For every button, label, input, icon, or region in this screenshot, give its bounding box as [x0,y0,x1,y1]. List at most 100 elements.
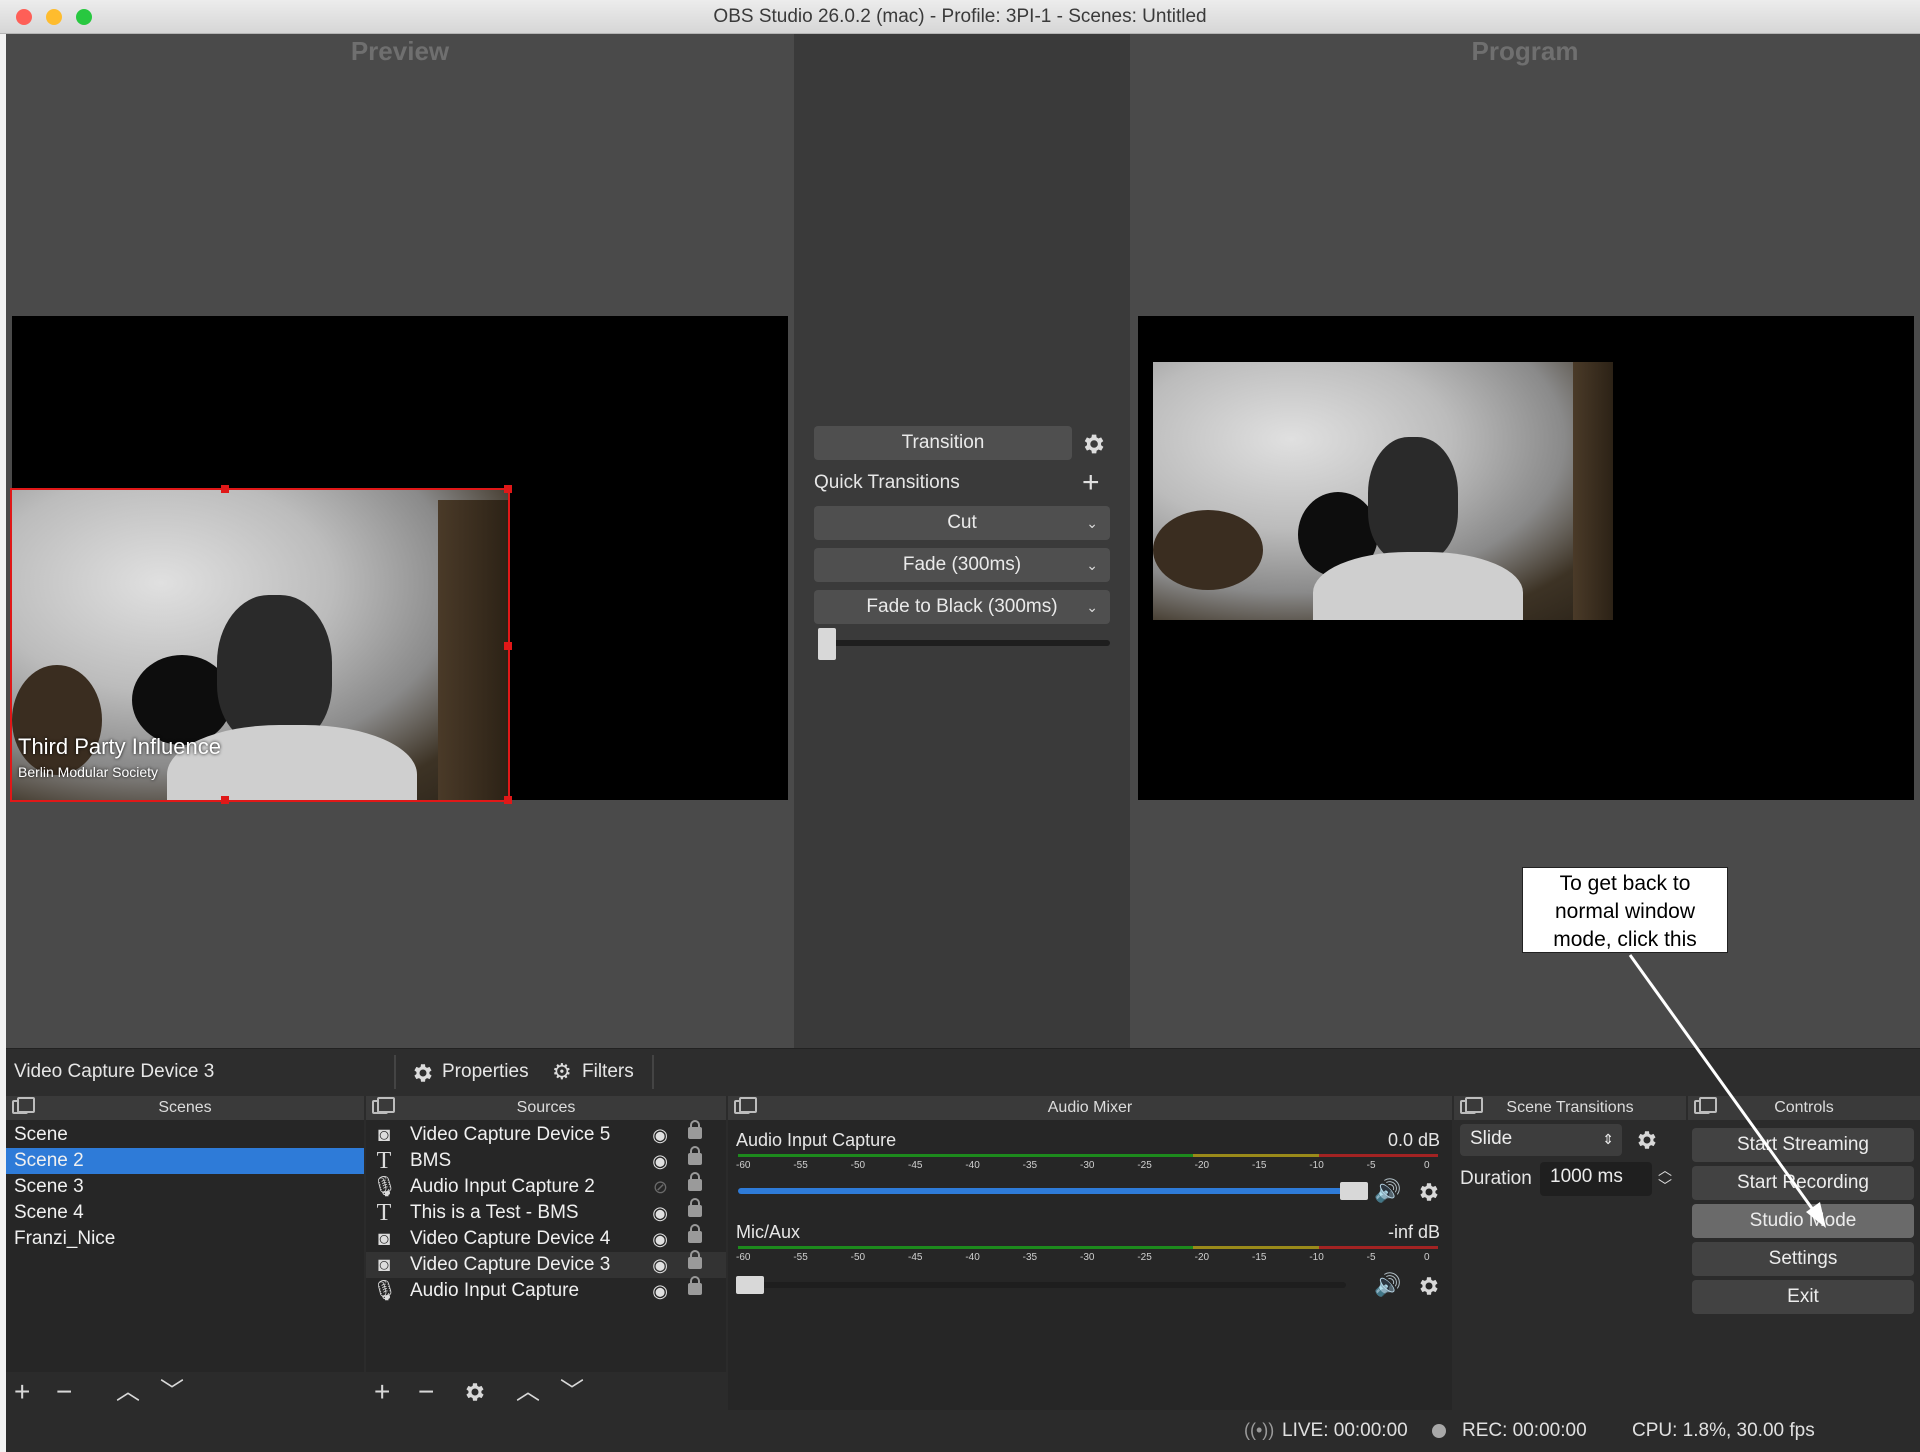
move-down-icon[interactable]: ﹀ [160,1372,184,1412]
resize-handle-bottom[interactable] [221,796,229,804]
duration-stepper[interactable]: ︿ ﹀ [1658,1162,1672,1194]
scale-tick-label: -45 [908,1252,923,1263]
visibility-eye-icon[interactable]: ◉ [652,1252,668,1278]
exit-button[interactable]: Exit [1692,1280,1914,1314]
scene-item[interactable]: Franzi_Nice [6,1226,364,1252]
scene-item[interactable]: Scene 4 [6,1200,364,1226]
volume-slider-fill[interactable] [738,1188,1348,1194]
speaker-icon[interactable]: 🔊 [1374,1272,1401,1298]
lock-icon[interactable] [688,1224,702,1243]
quick-transition-fade[interactable]: Fade (300ms) ⌄ [814,548,1110,582]
program-video-source [1153,362,1613,620]
settings-button[interactable]: Settings [1692,1242,1914,1276]
scale-tick-label: -50 [850,1160,866,1171]
transition-settings-gear-icon[interactable] [1634,1128,1658,1152]
audio-settings-gear-icon[interactable] [1416,1274,1440,1298]
camera-icon: ◙ [377,1124,391,1146]
start-streaming-button[interactable]: Start Streaming [1692,1128,1914,1162]
visibility-eye-icon[interactable]: ◉ [652,1200,668,1226]
audio-channel-name: Audio Input Capture [736,1130,897,1150]
sources-dock-title: Sources [366,1096,726,1120]
transition-gear-icon[interactable] [1080,431,1106,457]
quick-transition-fade-to-black[interactable]: Fade to Black (300ms) ⌄ [814,590,1110,624]
program-label: Program [1471,36,1579,66]
undock-icon[interactable] [12,1097,35,1114]
lock-icon[interactable] [688,1120,702,1139]
audio-channel-name: Mic/Aux [736,1222,801,1242]
scale-tick-label: -25 [1137,1160,1152,1171]
source-item[interactable]: ◙ Video Capture Device 5 ◉ [366,1120,726,1148]
source-item[interactable]: T This is a Test - BMS ◉ [366,1198,726,1226]
filter-icon: ⚙ [552,1059,572,1084]
transition-button[interactable]: Transition [814,426,1072,460]
preview-canvas[interactable]: Third Party Influence Berlin Modular Soc… [10,316,788,804]
add-source-icon[interactable]: + [374,1372,390,1412]
undock-icon[interactable] [372,1097,395,1114]
source-properties-gear-icon[interactable] [462,1380,486,1404]
scene-item[interactable]: Scene [6,1122,364,1148]
undock-icon[interactable] [1694,1097,1717,1114]
undock-icon[interactable] [734,1097,757,1114]
move-up-icon[interactable]: ︿ [516,1372,540,1412]
scale-tick-label: -15 [1252,1160,1267,1171]
speaker-icon[interactable]: 🔊 [1374,1178,1401,1204]
chevron-down-icon: ⌄ [1086,599,1098,615]
scale-tick-label: -50 [850,1252,866,1263]
scale-tick-label: -25 [1137,1252,1152,1263]
sources-toolbar: + − ︿ ﹀ [366,1372,726,1412]
resize-handle-bottom-right[interactable] [504,796,512,804]
studio-mode-button[interactable]: Studio Mode [1692,1204,1914,1238]
close-window-button[interactable] [16,9,32,25]
selection-box[interactable] [10,488,510,802]
updown-chevron-icon: ⇕ [1602,1131,1614,1147]
resize-handle-top[interactable] [221,485,229,493]
move-down-icon[interactable]: ﹀ [560,1372,584,1412]
visibility-eye-icon[interactable]: ◉ [652,1226,668,1252]
duration-input[interactable]: 1000 ms [1540,1162,1652,1196]
add-quick-transition-icon[interactable]: + [1082,466,1100,500]
visibility-eye-icon[interactable]: ◉ [652,1148,668,1174]
scale-tick-label: -30 [1080,1252,1095,1263]
move-up-icon[interactable]: ︿ [116,1372,140,1412]
start-recording-button[interactable]: Start Recording [1692,1166,1914,1200]
lock-icon[interactable] [688,1250,702,1269]
source-item[interactable]: 🎙 Audio Input Capture ◉ [366,1276,726,1304]
volume-slider-handle[interactable] [736,1276,764,1294]
minimize-window-button[interactable] [46,9,62,25]
remove-source-icon[interactable]: − [418,1372,434,1412]
lock-icon[interactable] [688,1198,702,1217]
audio-settings-gear-icon[interactable] [1416,1180,1440,1204]
scene-item-selected[interactable]: Scene 2 [6,1148,364,1174]
zoom-window-button[interactable] [76,9,92,25]
source-item-selected[interactable]: ◙ Video Capture Device 3 ◉ [366,1250,726,1278]
source-item[interactable]: 🎙 Audio Input Capture 2 ⊘ [366,1172,726,1200]
scale-tick-label: -15 [1252,1252,1267,1263]
remove-scene-icon[interactable]: − [56,1372,72,1412]
undock-icon[interactable] [1460,1097,1483,1114]
volume-slider-handle[interactable] [1340,1182,1368,1200]
resize-handle-top-right[interactable] [504,485,512,493]
scene-item[interactable]: Scene 3 [6,1174,364,1200]
microphone-icon: 🎙 [372,1280,398,1302]
transition-select[interactable]: Slide ⇕ [1460,1124,1622,1156]
visibility-eye-icon[interactable]: ◉ [652,1278,668,1304]
scale-tick-label: -45 [908,1160,923,1171]
selected-source-name: Video Capture Device 3 [14,1061,215,1082]
scale-tick-label: 0 [1424,1160,1430,1171]
hidden-eye-icon[interactable]: ⊘ [653,1174,668,1200]
lock-icon[interactable] [688,1276,702,1295]
tbar-track[interactable] [818,640,1110,646]
source-item[interactable]: T BMS ◉ [366,1146,726,1174]
visibility-eye-icon[interactable]: ◉ [652,1122,668,1148]
tbar-handle[interactable] [818,628,836,660]
lock-icon[interactable] [688,1172,702,1191]
add-scene-icon[interactable]: + [14,1372,30,1412]
resize-handle-right[interactable] [504,642,512,650]
audio-scale: -60 -55 -50 -45 -40 -35 -30 -25 -20 -15 -10 -5 0 [736,1252,1440,1266]
source-item[interactable]: ◙ Video Capture Device 4 ◉ [366,1224,726,1252]
quick-transition-cut[interactable]: Cut ⌄ [814,506,1110,540]
volume-slider-track[interactable] [738,1282,1346,1288]
scale-tick-label: 0 [1424,1252,1430,1263]
lock-icon[interactable] [688,1146,702,1165]
audio-mixer: Audio Input Capture 0.0 dB -60 -55 -50 -45-… [728,1120,1452,1412]
